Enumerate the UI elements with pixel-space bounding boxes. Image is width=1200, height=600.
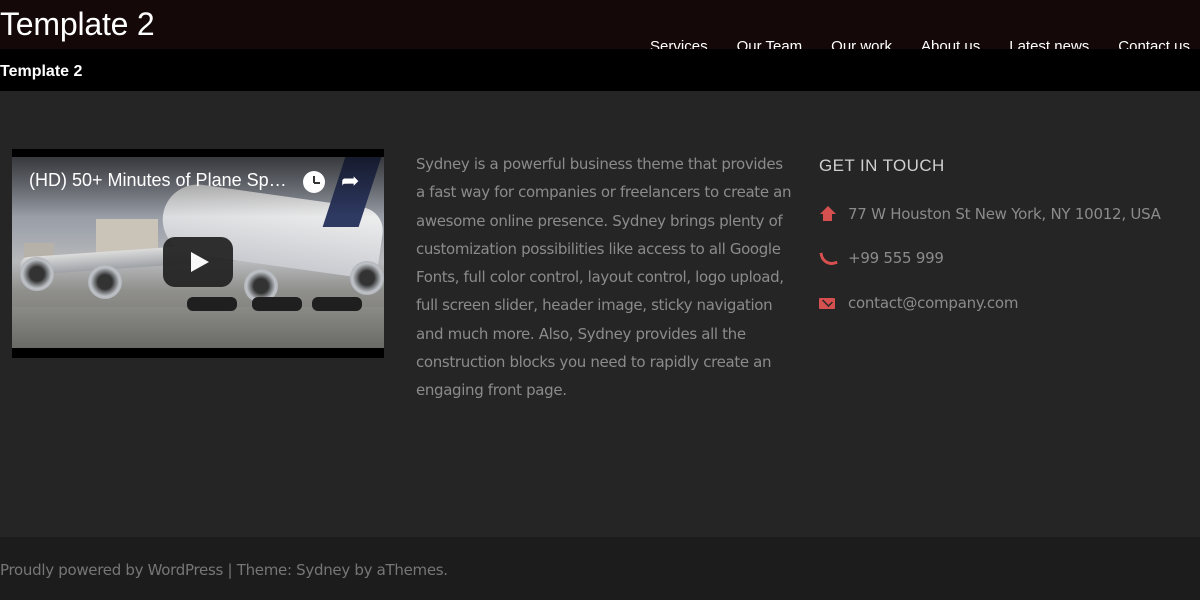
email-text[interactable]: contact@company.com	[848, 294, 1018, 312]
footer-theme-label: Theme:	[236, 561, 297, 579]
envelope-icon	[819, 295, 835, 311]
phone-icon	[819, 250, 835, 266]
footer-by-text: by aThemes.	[349, 561, 448, 579]
site-title[interactable]: Template 2	[0, 4, 155, 44]
site-header: Template 2 Services Our Team Our work Ab…	[0, 0, 1200, 55]
video-embed[interactable]: (HD) 50+ Minutes of Plane Sp… ➦	[12, 149, 384, 358]
contact-address: 77 W Houston St New York, NY 10012, USA	[819, 203, 1161, 225]
page-title-bar: Template 2	[0, 49, 1200, 91]
main-content: (HD) 50+ Minutes of Plane Sp… ➦ Sydney i…	[0, 91, 1200, 537]
phone-text: +99 555 999	[848, 249, 944, 267]
get-in-touch-title: GET IN TOUCH	[819, 156, 945, 175]
page-title: Template 2	[0, 63, 83, 80]
thumbnail-engine	[20, 257, 54, 291]
address-text: 77 W Houston St New York, NY 10012, USA	[848, 205, 1161, 223]
wordpress-link[interactable]: Proudly powered by WordPress	[0, 561, 223, 579]
thumbnail-landing-gear	[252, 297, 302, 311]
clock-icon[interactable]	[303, 171, 325, 193]
thumbnail-engine	[350, 261, 384, 295]
video-thumbnail[interactable]: (HD) 50+ Minutes of Plane Sp… ➦	[12, 157, 384, 348]
contact-phone: +99 555 999	[819, 247, 944, 269]
home-icon	[819, 206, 836, 222]
play-icon[interactable]	[163, 237, 233, 287]
theme-link[interactable]: Sydney	[296, 561, 350, 579]
thumbnail-engine	[88, 265, 122, 299]
thumbnail-landing-gear	[312, 297, 362, 311]
thumbnail-runway	[12, 307, 384, 348]
footer-credits: Proudly powered by WordPress | Theme: Sy…	[0, 561, 448, 579]
site-footer: Proudly powered by WordPress | Theme: Sy…	[0, 537, 1200, 600]
video-title[interactable]: (HD) 50+ Minutes of Plane Sp…	[29, 170, 301, 191]
thumbnail-landing-gear	[187, 297, 237, 311]
share-icon[interactable]: ➦	[341, 170, 367, 192]
description-text: Sydney is a powerful business theme that…	[416, 155, 792, 400]
contact-email: contact@company.com	[819, 292, 1018, 314]
footer-separator: |	[223, 561, 237, 579]
